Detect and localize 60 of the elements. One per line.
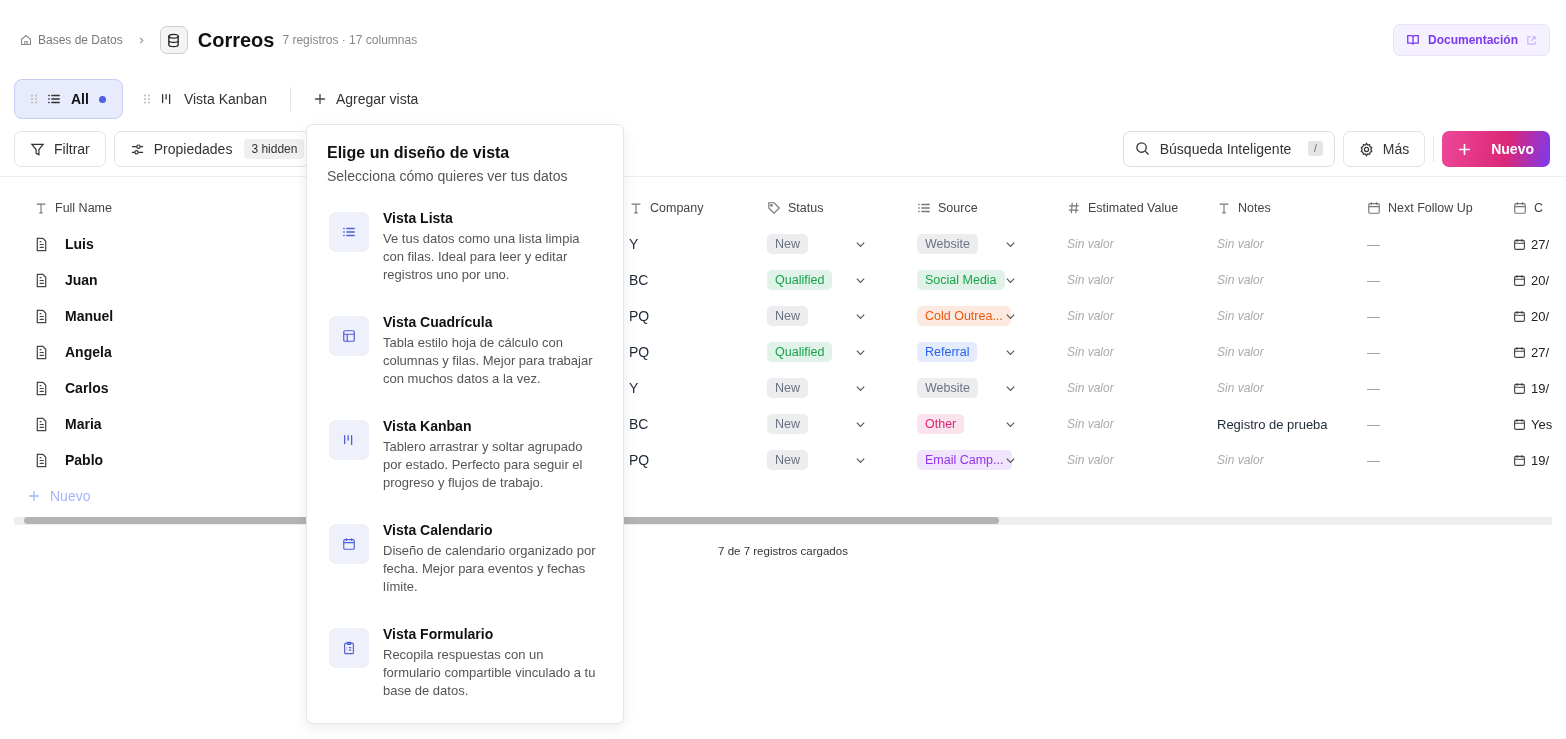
option-description: Recopila respuestas con un formulario compartible vinculado a tu base de datos. bbox=[383, 646, 597, 700]
tag: New bbox=[767, 414, 808, 434]
table-cell-text: Y bbox=[628, 236, 640, 252]
table-cell-text: — bbox=[1366, 236, 1381, 252]
table-cell-text: Registro de prueba bbox=[1216, 416, 1329, 432]
table-cell-text: PQ bbox=[628, 344, 651, 360]
date-cell: 20/ bbox=[1531, 272, 1550, 288]
table-cell-text: Sin valor bbox=[1066, 309, 1115, 323]
date-cell: 20/ bbox=[1531, 308, 1550, 324]
table-cell-text: Sin valor bbox=[1216, 453, 1265, 467]
hidden-count-badge: 3 hidden bbox=[244, 139, 305, 159]
records-loaded-text: 7 de 7 registros cargados bbox=[718, 545, 848, 557]
table-cell-text: — bbox=[1366, 272, 1381, 288]
record-count: 7 registros · 17 columnas bbox=[282, 33, 418, 47]
tag: New bbox=[767, 450, 808, 470]
table-cell-text: Sin valor bbox=[1216, 309, 1265, 323]
date-cell: 19/ bbox=[1531, 380, 1550, 396]
date-cell: 19/ bbox=[1531, 452, 1550, 468]
table-cell-text: Sin valor bbox=[1216, 237, 1265, 251]
table-cell-text: PQ bbox=[628, 452, 651, 468]
table-cell-text: — bbox=[1366, 344, 1381, 360]
table-cell-text: — bbox=[1366, 452, 1381, 468]
table-cell-text: Sin valor bbox=[1216, 273, 1265, 287]
tag: Cold Outrea... bbox=[917, 306, 1011, 326]
tag: Social Media bbox=[917, 270, 1005, 290]
table-cell-text: — bbox=[1366, 308, 1381, 324]
table-cell-text: BC bbox=[628, 272, 650, 288]
tag: Qualified bbox=[767, 270, 833, 290]
date-cell: Yes bbox=[1531, 416, 1553, 432]
tag: New bbox=[767, 378, 808, 398]
table-cell-text: Sin valor bbox=[1066, 417, 1115, 431]
tag: Website bbox=[917, 378, 978, 398]
menu-subtitle: Selecciona cómo quieres ver tus datos bbox=[327, 168, 569, 184]
option-description: Diseño de calendario organizado por fecha. Mejor para eventos y fechas límite. bbox=[383, 542, 597, 596]
tag: Website bbox=[917, 234, 978, 254]
date-cell: 27/ bbox=[1531, 236, 1550, 252]
date-cell: 27/ bbox=[1531, 344, 1550, 360]
tag: Other bbox=[917, 414, 965, 434]
option-description: Tablero arrastrar y soltar agrupado por estado. Perfecto para seguir el progreso y flujos de trabajo. bbox=[383, 438, 584, 492]
table-cell-text: Sin valor bbox=[1066, 453, 1115, 467]
option-description: Ve tus datos como una lista limpia con filas. Ideal para leer y editar registros uno por uno. bbox=[383, 230, 581, 284]
tag: Referral bbox=[917, 342, 978, 362]
table-cell-text: Sin valor bbox=[1216, 381, 1265, 395]
menu-title: Elige un diseño de vista bbox=[327, 144, 511, 162]
table-cell-text: Sin valor bbox=[1216, 345, 1265, 359]
table-cell-text: — bbox=[1366, 380, 1381, 396]
page-title: Correos bbox=[197, 28, 275, 52]
tag: New bbox=[767, 234, 808, 254]
table-cell-text: Sin valor bbox=[1066, 345, 1115, 359]
table-cell-text: Sin valor bbox=[1066, 273, 1115, 287]
tag: New bbox=[767, 306, 808, 326]
table-cell-text: PQ bbox=[628, 308, 651, 324]
table-cell-text: BC bbox=[628, 416, 650, 432]
table-cell-text: — bbox=[1366, 416, 1381, 432]
table-cell-text: Sin valor bbox=[1066, 381, 1115, 395]
tag: Email Camp... bbox=[917, 450, 1012, 470]
table-cell-text: Sin valor bbox=[1066, 237, 1115, 251]
option-description: Tabla estilo hoja de cálculo con columnas y filas. Mejor para trabajar con muchos datos a la vez. bbox=[383, 334, 594, 388]
table-cell-text: Y bbox=[628, 380, 640, 396]
tag: Qualified bbox=[767, 342, 833, 362]
